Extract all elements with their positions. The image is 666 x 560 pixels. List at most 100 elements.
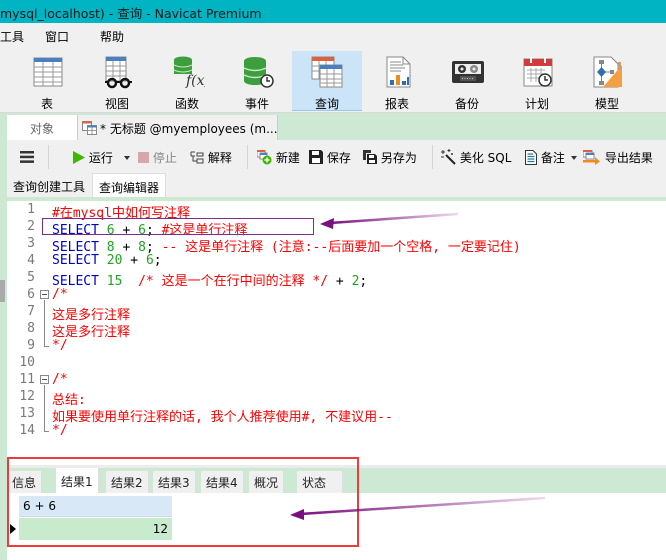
run-dropdown-icon[interactable]	[124, 156, 130, 160]
code-line[interactable]: 13 如果要使用单行注释的话, 我个人推荐使用#, 不建议用--	[7, 406, 666, 425]
line-number: 5	[27, 270, 35, 285]
tab-untitled-query[interactable]: * 无标题 @myemployees (m...	[78, 115, 278, 140]
toolbar-separator	[48, 145, 49, 169]
menu-window[interactable]: 窗口	[45, 28, 69, 45]
code-token: +	[122, 253, 146, 268]
line-number: 3	[27, 236, 35, 251]
ribbon-label: 计划	[524, 97, 549, 111]
fold-guide	[44, 300, 45, 346]
left-edge-scroll[interactable]	[0, 280, 5, 302]
ribbon-label: 模型	[594, 97, 619, 111]
ribbon-label: 函数	[174, 97, 199, 111]
query-tab-icon	[82, 121, 97, 135]
code-line[interactable]: 11 /*	[7, 372, 666, 389]
ribbon-function-button[interactable]: f(x) 函数	[157, 51, 217, 111]
code-line[interactable]: 12 总结:	[7, 389, 666, 408]
line-number: 12	[19, 389, 35, 404]
line-number: 14	[19, 423, 35, 438]
menu-help[interactable]: 帮助	[100, 28, 124, 45]
ribbon-label: 报表	[384, 97, 409, 111]
tab-objects[interactable]: 对象	[7, 115, 78, 140]
svg-text:f(x): f(x)	[185, 73, 205, 89]
report-icon	[386, 56, 411, 88]
run-label: 运行	[88, 151, 113, 165]
menu-icon[interactable]	[20, 151, 34, 163]
new-query-icon	[256, 149, 272, 165]
code-line[interactable]: 9 */	[7, 338, 666, 355]
editor-subtabs: 查询创建工具 查询编辑器	[7, 173, 666, 197]
comment-label: 备注	[540, 151, 565, 165]
stop-button[interactable]: 停止	[138, 149, 177, 166]
fold-guide-end	[44, 431, 49, 432]
toolbar-separator	[432, 145, 433, 169]
code-token: 20	[106, 253, 123, 268]
ribbon-table-button[interactable]: 表	[17, 51, 77, 111]
results-highlight-box	[7, 457, 359, 547]
ribbon-label: 表	[40, 97, 53, 111]
ribbon-label: 备份	[454, 97, 479, 111]
code-line[interactable]: 1 #在mysql中如何写注释	[7, 202, 666, 221]
code-token: /*	[52, 372, 68, 387]
line-number: 6	[27, 287, 35, 302]
fold-toggle-icon[interactable]	[40, 375, 49, 384]
fold-guide	[44, 385, 45, 431]
tab-query-editor[interactable]: 查询编辑器	[92, 173, 167, 197]
ribbon-label: 事件	[244, 97, 269, 111]
window-title: mysql_localhost) - 查询 - Navicat Premium	[0, 6, 262, 21]
line-number: 9	[27, 338, 35, 353]
export-results-button[interactable]: 导出结果	[582, 149, 653, 166]
menu-tools[interactable]: 工具	[0, 28, 24, 45]
table-icon	[33, 57, 63, 87]
comment-dropdown-icon[interactable]	[571, 156, 577, 160]
ribbon-model-button[interactable]: 模型	[577, 51, 637, 111]
code-line[interactable]: 3 SELECT 8 + 8; -- 这是单行注释 (注意:--后面要加一个空格,…	[7, 236, 666, 255]
view-icon	[105, 56, 132, 89]
code-text: */	[52, 338, 68, 353]
tab-title: * 无标题 @myemployees (m...	[100, 122, 278, 136]
ribbon-report-button[interactable]: 报表	[367, 51, 427, 111]
code-token: */	[52, 338, 68, 353]
event-icon	[243, 57, 274, 88]
explain-label: 解释	[207, 151, 232, 165]
query-toolbar: 运行 停止 解释 新建 保存 另存为 美化 SQL 备注 导出结果	[7, 140, 666, 174]
title-bar: mysql_localhost) - 查询 - Navicat Premium	[0, 0, 666, 23]
stop-label: 停止	[152, 151, 177, 165]
ribbon-backup-button[interactable]: 备份	[437, 51, 497, 111]
beautify-sql-button[interactable]: 美化 SQL	[440, 149, 511, 166]
new-button[interactable]: 新建	[256, 149, 300, 166]
left-edge-panel	[0, 140, 7, 560]
sql-editor[interactable]: 1 #在mysql中如何写注释 2 SELECT 6 + 6; #这是单行注释 3 SEL…	[7, 201, 666, 449]
ribbon-event-button[interactable]: 事件	[227, 51, 287, 111]
save-button[interactable]: 保存	[309, 149, 351, 166]
code-line[interactable]: 6 /*	[7, 287, 666, 304]
code-text: SELECT 20 + 6;	[52, 253, 162, 268]
beautify-label: 美化 SQL	[459, 151, 512, 165]
code-text: /*	[52, 372, 68, 387]
save-as-button[interactable]: 另存为	[363, 149, 417, 166]
document-tabstrip: 对象 * 无标题 @myemployees (m...	[0, 113, 666, 140]
code-token: ;	[153, 253, 162, 268]
backup-icon	[452, 61, 484, 83]
model-icon	[593, 56, 622, 88]
ribbon-view-button[interactable]: 视图	[87, 51, 147, 111]
explain-icon	[190, 151, 204, 164]
ribbon-schedule-button[interactable]: 计划	[507, 51, 567, 111]
fold-toggle-icon[interactable]	[40, 290, 49, 299]
code-line[interactable]: 7 这是多行注释	[7, 304, 666, 323]
ribbon-query-button[interactable]: 查询	[292, 51, 362, 111]
ribbon-label: 视图	[104, 97, 129, 111]
code-line[interactable]: 10	[7, 355, 666, 372]
menu-bar: 工具 窗口 帮助	[0, 23, 666, 47]
code-line[interactable]: 4 SELECT 20 + 6;	[7, 253, 666, 270]
save-label: 保存	[326, 151, 351, 165]
code-line[interactable]: 14 */	[7, 423, 666, 440]
explain-button[interactable]: 解释	[190, 149, 232, 166]
line-number: 1	[27, 202, 35, 217]
comment-button[interactable]: 备注	[525, 149, 565, 166]
code-line[interactable]: 5 SELECT 15 /* 这是一个在行中间的注释 */ + 2;	[7, 270, 666, 289]
highlight-box-line2	[42, 218, 314, 235]
line-number: 10	[19, 355, 35, 370]
tab-query-builder[interactable]: 查询创建工具	[7, 173, 91, 197]
run-button[interactable]: 运行	[73, 149, 113, 166]
code-line[interactable]: 8 这是多行注释	[7, 321, 666, 340]
